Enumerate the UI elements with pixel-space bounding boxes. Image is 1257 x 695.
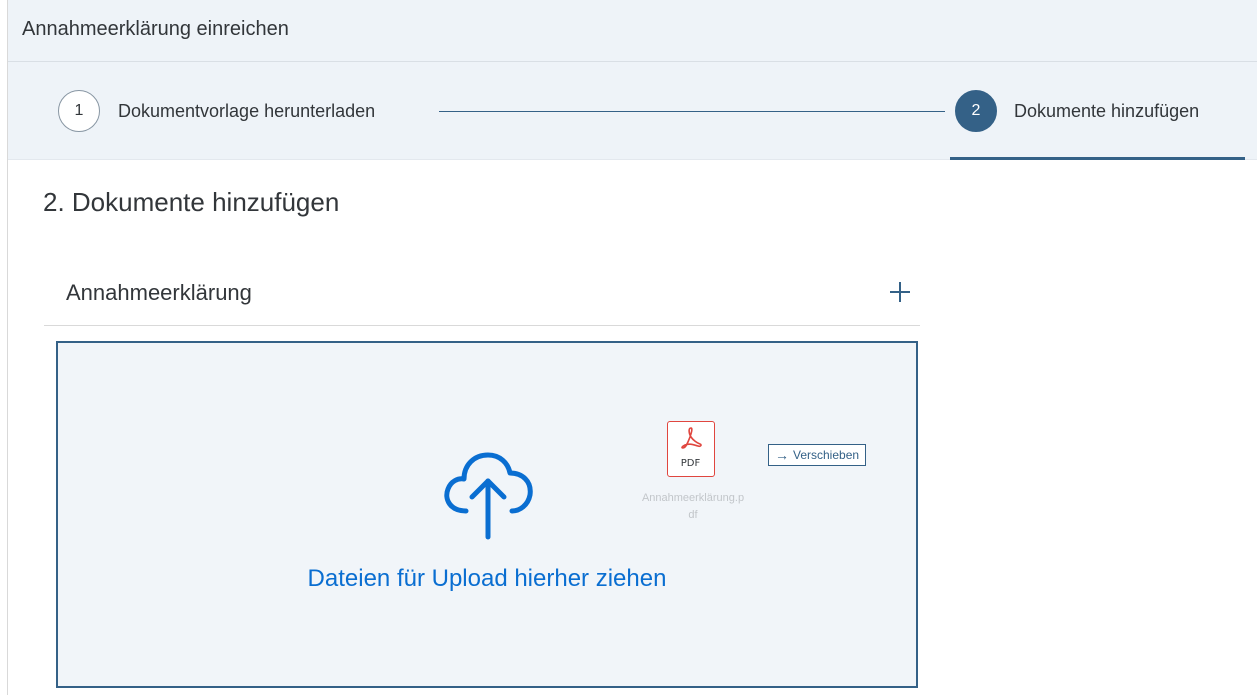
cloud-upload-icon — [444, 452, 533, 540]
upload-panel-title: Annahmeerklärung — [66, 280, 252, 305]
plus-icon — [890, 282, 910, 302]
drop-zone-instruction: Dateien für Upload hierher ziehen — [307, 565, 667, 592]
upload-panel-header: Annahmeerklärung — [44, 262, 920, 326]
dragged-pdf-file: PDF — [667, 421, 715, 477]
file-drop-zone[interactable]: Dateien für Upload hierher ziehen PDF An… — [56, 341, 918, 688]
header-bar: Annahmeerklärung einreichen — [8, 0, 1257, 62]
wizard-step-connector — [439, 111, 945, 112]
wizard-step-2-circle[interactable]: 2 — [955, 90, 997, 132]
page: Annahmeerklärung einreichen 1 Dokumentvo… — [0, 0, 1257, 695]
pdf-icon — [681, 427, 702, 449]
page-title: Annahmeerklärung einreichen — [22, 18, 289, 40]
wizard-active-step-indicator — [950, 157, 1245, 160]
dragged-file-name-line-1: Annahmeerklärung.p — [641, 492, 745, 504]
wizard-progress-bar: 1 Dokumentvorlage herunterladen 2 Dokume… — [8, 62, 1257, 160]
add-file-button[interactable] — [884, 276, 916, 308]
wizard-step-2-label[interactable]: Dokumente hinzufügen — [1014, 101, 1199, 122]
arrow-right-icon: → — [775, 447, 789, 463]
pdf-type-label: PDF — [680, 458, 701, 469]
wizard-step-1-label[interactable]: Dokumentvorlage herunterladen — [118, 101, 375, 122]
move-badge-label: Verschieben — [793, 448, 860, 462]
dragged-file-name-line-2: df — [688, 509, 698, 521]
section-title: 2. Dokumente hinzufügen — [43, 187, 340, 217]
move-drag-badge: → Verschieben — [768, 444, 867, 466]
dragged-file-name: Annahmeerklärung.p df — [618, 490, 768, 524]
wizard-step-1-circle[interactable]: 1 — [58, 90, 100, 132]
